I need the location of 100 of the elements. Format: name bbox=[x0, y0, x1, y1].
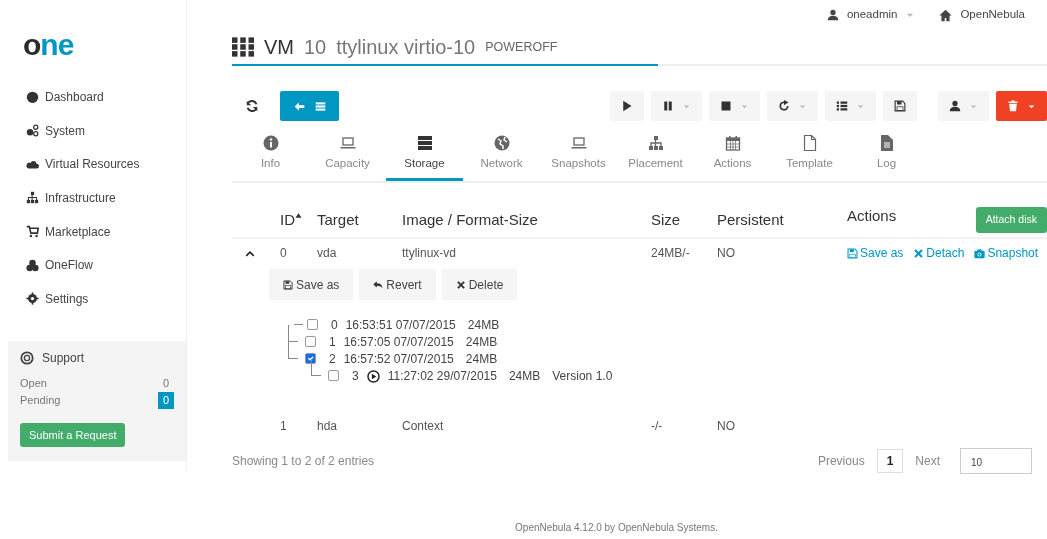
lifebuoy-icon bbox=[20, 350, 34, 365]
snapshot-checkbox[interactable] bbox=[307, 319, 318, 331]
sidebar-item[interactable]: Marketplace bbox=[0, 214, 186, 249]
column-header[interactable]: Persistent bbox=[717, 211, 784, 228]
snapshot-action-button[interactable]: Revert bbox=[359, 269, 436, 301]
user-menu[interactable]: oneadmin bbox=[826, 6, 916, 24]
tab[interactable]: Template bbox=[771, 135, 848, 182]
sidebar-item[interactable]: Infrastructure bbox=[0, 181, 186, 215]
snapshot-checkbox[interactable] bbox=[328, 370, 339, 382]
logo[interactable]: one bbox=[23, 28, 74, 61]
stop-button[interactable] bbox=[709, 91, 760, 121]
tab[interactable]: Log bbox=[848, 135, 925, 182]
save-icon bbox=[283, 279, 293, 290]
entries-info: Showing 1 to 2 of 2 entries bbox=[232, 453, 375, 471]
tab[interactable]: Info bbox=[232, 135, 309, 182]
home-icon bbox=[939, 8, 953, 22]
stop-icon bbox=[720, 100, 732, 112]
page-link[interactable]: 1 bbox=[876, 449, 904, 474]
column-header[interactable]: Actions bbox=[847, 207, 897, 224]
pause-icon bbox=[662, 100, 674, 112]
snapshot-size: 24MB bbox=[508, 367, 541, 385]
pause-button[interactable] bbox=[651, 91, 702, 121]
info-icon bbox=[262, 135, 279, 151]
settings-icon bbox=[26, 292, 39, 306]
gears-icon bbox=[26, 124, 39, 138]
sidebar-item[interactable]: System bbox=[0, 113, 186, 148]
sort-ascending-icon bbox=[295, 212, 302, 219]
table-cell-text: 0 bbox=[279, 245, 288, 263]
sidebar-item[interactable]: Virtual Resources bbox=[0, 147, 186, 182]
delete-button[interactable] bbox=[996, 91, 1047, 121]
save-button[interactable] bbox=[883, 91, 917, 121]
owner-button[interactable] bbox=[938, 91, 989, 121]
support-label: Pending bbox=[20, 393, 61, 409]
save-icon bbox=[894, 100, 906, 112]
table-cell-text: 24MB/- bbox=[650, 245, 691, 263]
tab[interactable]: Capacity bbox=[309, 135, 386, 182]
snapshot-action-button[interactable]: Save as bbox=[269, 269, 354, 301]
vm-state: POWEROFF bbox=[485, 38, 558, 56]
list-button[interactable] bbox=[825, 91, 876, 121]
snapshot-size: 24MB bbox=[467, 316, 500, 334]
support-count: 0 bbox=[157, 392, 174, 409]
tab[interactable]: Snapshots bbox=[540, 135, 617, 182]
support-heading: Support bbox=[42, 349, 85, 367]
table-cell-text: NO bbox=[716, 418, 736, 436]
resource-type: VM bbox=[264, 35, 294, 60]
tab[interactable]: Placement bbox=[617, 135, 694, 182]
play-button[interactable] bbox=[610, 91, 644, 121]
reply-icon bbox=[373, 279, 384, 290]
sidebar-item[interactable]: Dashboard bbox=[0, 80, 186, 114]
snapshot-time: 16:57:05 07/07/2015 bbox=[343, 333, 454, 351]
table-cell-text: Context bbox=[401, 418, 445, 436]
server-icon bbox=[416, 135, 433, 151]
vm-id: 10 bbox=[304, 35, 327, 60]
globe-icon bbox=[493, 135, 510, 151]
snapshot-time: 16:53:51 07/07/2015 bbox=[345, 316, 456, 334]
cubes-icon bbox=[26, 258, 39, 272]
trash-icon bbox=[1007, 100, 1019, 112]
tab[interactable]: Storage bbox=[386, 135, 463, 182]
next-link[interactable]: Next bbox=[915, 452, 940, 471]
sitemap-icon bbox=[647, 135, 664, 151]
page-size-select[interactable]: 10 bbox=[960, 448, 1032, 475]
file-text-icon bbox=[878, 135, 895, 151]
cart-icon bbox=[26, 225, 39, 239]
snapshot-id: 2 bbox=[329, 350, 336, 368]
snapshot-name: Version 1.0 bbox=[552, 367, 613, 385]
column-header[interactable]: Image / Format-Size bbox=[402, 211, 538, 228]
vm-name: ttylinux virtio-10 bbox=[336, 35, 476, 60]
file-icon bbox=[801, 135, 818, 151]
list-icon bbox=[836, 100, 848, 112]
table-cell-text: NO bbox=[716, 245, 736, 263]
grid-icon bbox=[232, 36, 254, 58]
arrow-left-icon bbox=[293, 100, 305, 112]
refresh-icon bbox=[245, 99, 259, 113]
play-icon bbox=[621, 100, 633, 112]
snapshot-size: 24MB bbox=[465, 350, 498, 368]
close-icon bbox=[455, 279, 466, 290]
snapshot-id: 3 bbox=[352, 367, 359, 385]
sitemap-icon bbox=[26, 191, 39, 205]
reboot-button[interactable] bbox=[767, 91, 818, 121]
snapshot-checkbox[interactable] bbox=[305, 336, 316, 348]
row-action-link[interactable]: Snapshot bbox=[974, 244, 1039, 263]
tab[interactable]: Network bbox=[463, 135, 540, 182]
play-circle-icon bbox=[366, 370, 380, 384]
sidebar-item[interactable]: Settings bbox=[0, 282, 186, 316]
laptop-icon bbox=[570, 135, 587, 151]
snapshot-size: 24MB bbox=[465, 333, 498, 351]
previous-link[interactable]: Previous bbox=[817, 452, 865, 471]
column-header[interactable]: ID bbox=[280, 211, 295, 228]
table-cell-text: vda bbox=[316, 245, 338, 263]
tree-line bbox=[288, 342, 298, 360]
tab[interactable]: Actions bbox=[694, 135, 771, 182]
zone-menu[interactable]: OpenNebula bbox=[939, 6, 1025, 24]
table-cell-text: ttylinux-vd bbox=[401, 245, 458, 263]
snapshot-action-button[interactable]: Delete bbox=[441, 269, 518, 301]
column-header[interactable]: Target bbox=[317, 211, 359, 228]
sidebar-item[interactable]: OneFlow bbox=[0, 248, 186, 283]
tree-line bbox=[288, 325, 298, 343]
column-header[interactable]: Size bbox=[651, 211, 681, 228]
back-to-list-button[interactable] bbox=[280, 91, 339, 121]
snapshot-checkbox[interactable] bbox=[305, 353, 316, 365]
